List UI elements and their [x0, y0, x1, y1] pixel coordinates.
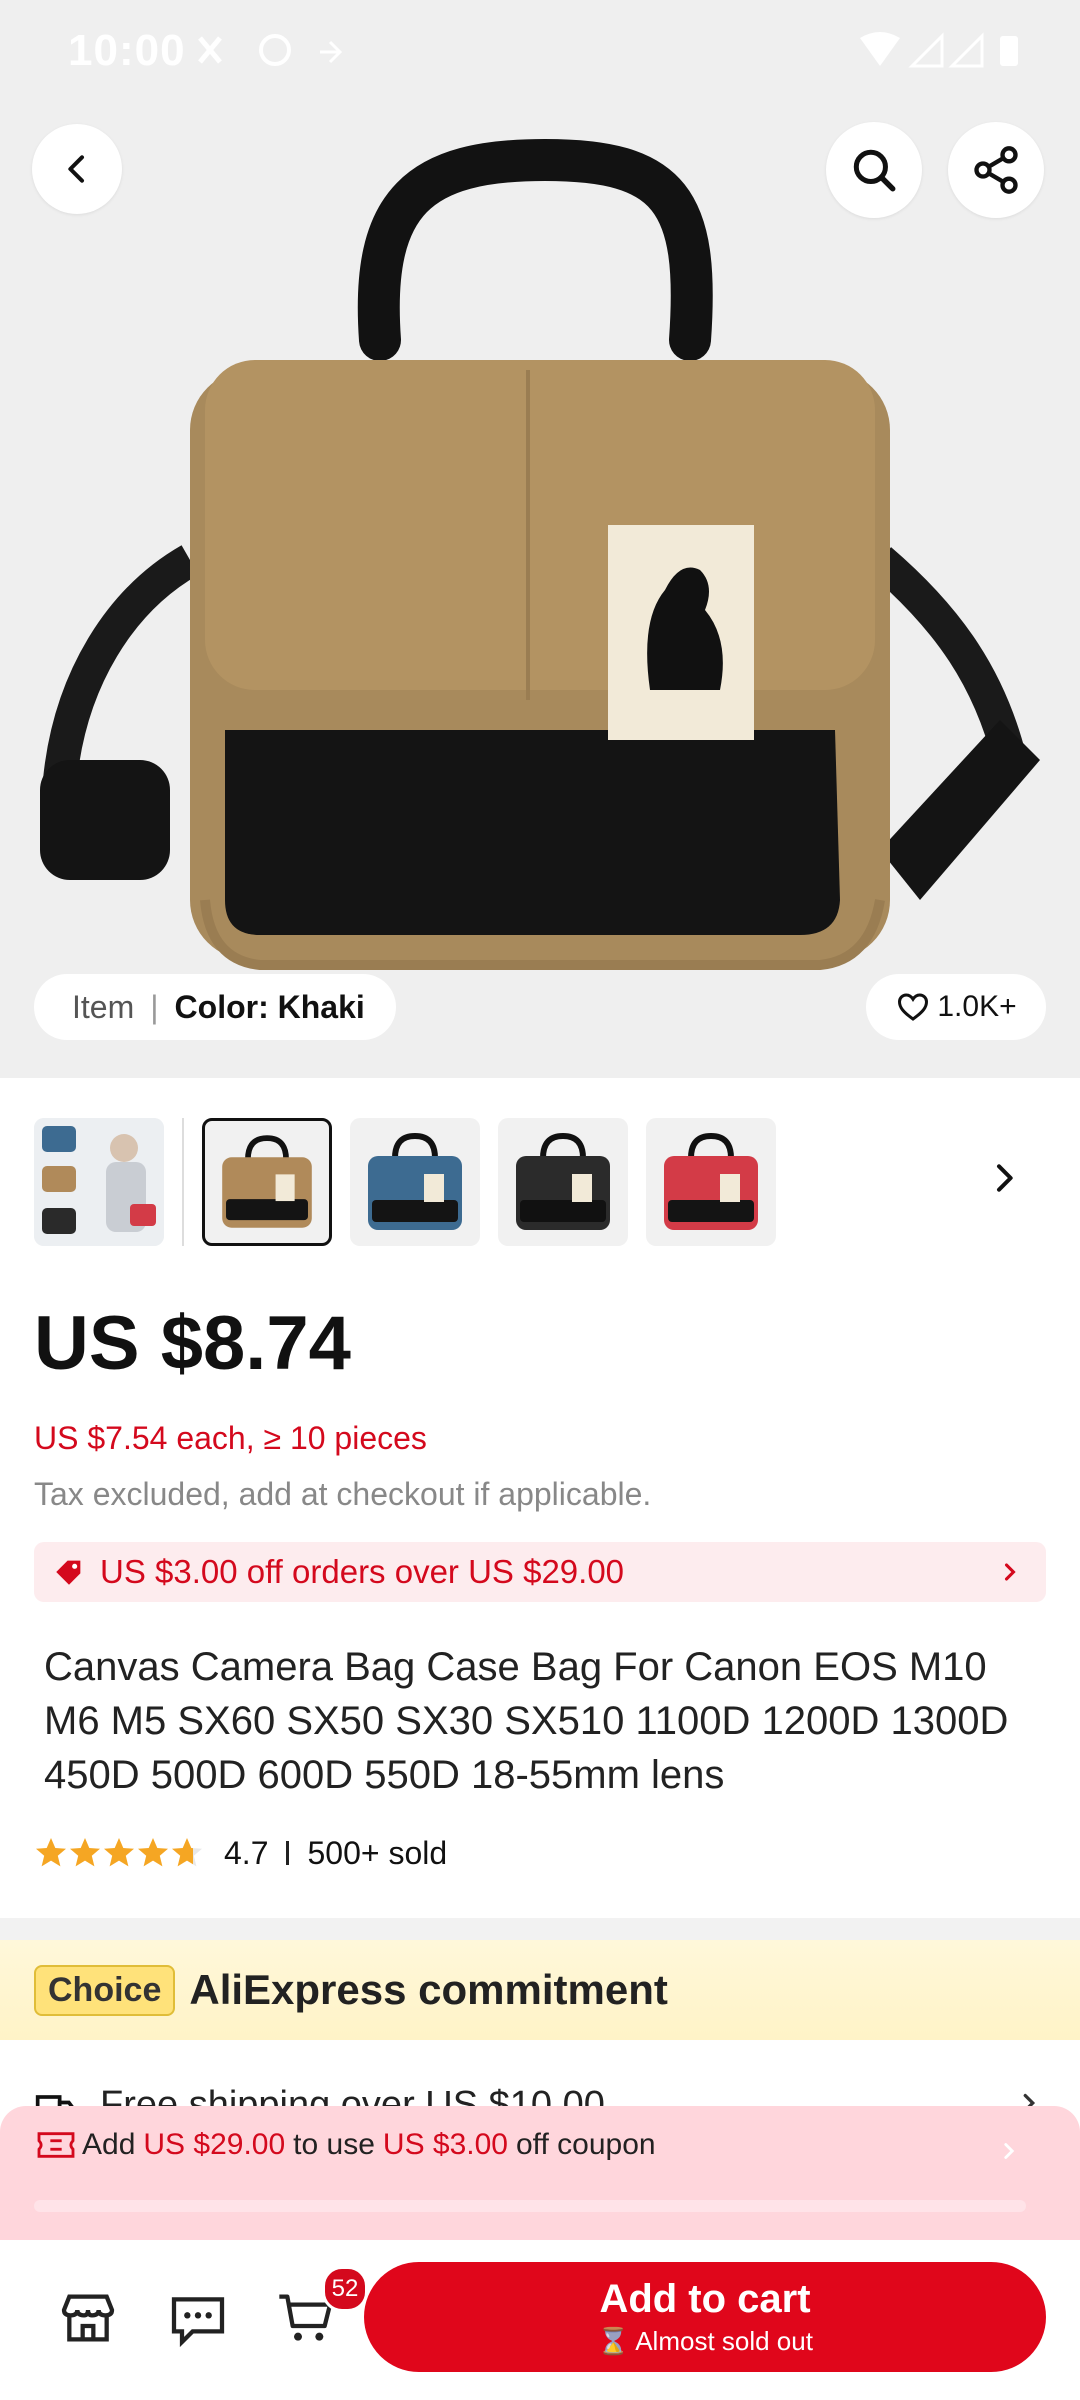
store-icon — [61, 2294, 115, 2342]
share-icon — [974, 146, 1018, 194]
variant-chip[interactable]: Item | Color: Khaki — [34, 974, 396, 1040]
hourglass-icon: ⌛ — [597, 2326, 630, 2356]
product-hero-image[interactable]: Item | Color: Khaki 1.0K+ — [0, 0, 1080, 1078]
status-time: 10:00 — [68, 26, 186, 75]
coupon-amount: US $29.00 — [143, 2128, 286, 2161]
stock-note: ⌛ Almost sold out — [597, 2326, 813, 2357]
section-divider — [0, 1918, 1080, 1940]
choice-commitment-header: Choice AliExpress commitment — [0, 1940, 1080, 2040]
coupon-prefix: Add — [82, 2128, 136, 2161]
thumbnail-red[interactable] — [646, 1118, 776, 1246]
sold-count: 500+ sold — [307, 1834, 448, 1871]
add-to-cart-button[interactable]: Add to cart ⌛ Almost sold out — [364, 2262, 1046, 2372]
cart-count-badge: 52 — [322, 2266, 368, 2312]
chip-item-label: Item — [72, 988, 135, 1025]
wishlist-button[interactable]: 1.0K+ — [866, 974, 1046, 1040]
search-button[interactable] — [826, 122, 922, 218]
tax-note: Tax excluded, add at checkout if applica… — [34, 1476, 652, 1512]
add-to-cart-label: Add to cart — [599, 2277, 811, 2321]
chip-separator: | — [150, 988, 159, 1025]
thumbnail-black[interactable] — [498, 1118, 628, 1246]
heart-icon — [898, 993, 929, 1021]
coupon-discount: US $3.00 — [382, 2128, 508, 2161]
coupon-suffix: off coupon — [516, 2128, 656, 2161]
chevron-right-icon — [997, 1164, 1013, 1192]
coupon-progress-banner[interactable]: Add US $29.00 to use US $3.00 off coupon — [0, 2106, 1080, 2240]
thumbnail-khaki[interactable] — [202, 1118, 332, 1246]
rating-divider — [286, 1841, 290, 1865]
chip-color-label: Color: Khaki — [174, 988, 365, 1025]
chat-button[interactable] — [166, 2286, 230, 2350]
thumbnails-more-button[interactable] — [984, 1158, 1024, 1198]
search-icon — [853, 149, 896, 192]
status-bar: 10:00 — [0, 0, 1080, 100]
chevron-left-icon — [68, 155, 84, 183]
coupon-banner[interactable]: US $3.00 off orders over US $29.00 — [34, 1542, 1046, 1602]
choice-badge: Choice — [34, 1964, 176, 2016]
coupon-text: US $3.00 off orders over US $29.00 — [100, 1553, 625, 1590]
store-button[interactable] — [56, 2286, 120, 2350]
thumbnail-blue[interactable] — [350, 1118, 480, 1246]
thumbnail-overview[interactable] — [34, 1118, 164, 1246]
wishlist-count: 1.0K+ — [937, 990, 1017, 1023]
notification-icons — [198, 34, 343, 66]
thumbnail-divider — [182, 1118, 184, 1246]
variant-thumbnails — [0, 1110, 1080, 1250]
bottom-action-bar: 52 Add to cart ⌛ Almost sold out — [0, 2240, 1080, 2400]
chevron-right-icon — [1004, 1563, 1016, 1581]
rating-row[interactable]: 4.7 500+ sold — [34, 1830, 447, 1876]
coupon-progress-bar — [34, 2200, 1026, 2212]
chevron-right-icon — [1004, 2143, 1015, 2159]
product-title: Canvas Camera Bag Case Bag For Canon EOS… — [44, 1645, 1009, 1797]
stock-note-text: Almost sold out — [635, 2326, 813, 2356]
coupon-icon — [37, 2132, 75, 2158]
bulk-price: US $7.54 each, ≥ 10 pieces — [34, 1420, 427, 1456]
star-rating-icon — [36, 1838, 202, 1867]
coupon-mid: to use — [293, 2128, 375, 2161]
system-icons — [860, 32, 1018, 68]
rating-value: 4.7 — [224, 1834, 269, 1871]
back-button[interactable] — [32, 124, 122, 214]
message-icon — [171, 2297, 225, 2348]
coupon-progress-row: Add US $29.00 to use US $3.00 off coupon — [36, 2128, 656, 2162]
product-price: US $8.74 — [34, 1301, 351, 1386]
choice-label: AliExpress commitment — [189, 1966, 668, 2013]
share-button[interactable] — [948, 122, 1044, 218]
tag-icon — [56, 1560, 81, 1585]
free-shipping-row[interactable]: Free shipping over US $10.00 — [0, 2040, 1080, 2110]
